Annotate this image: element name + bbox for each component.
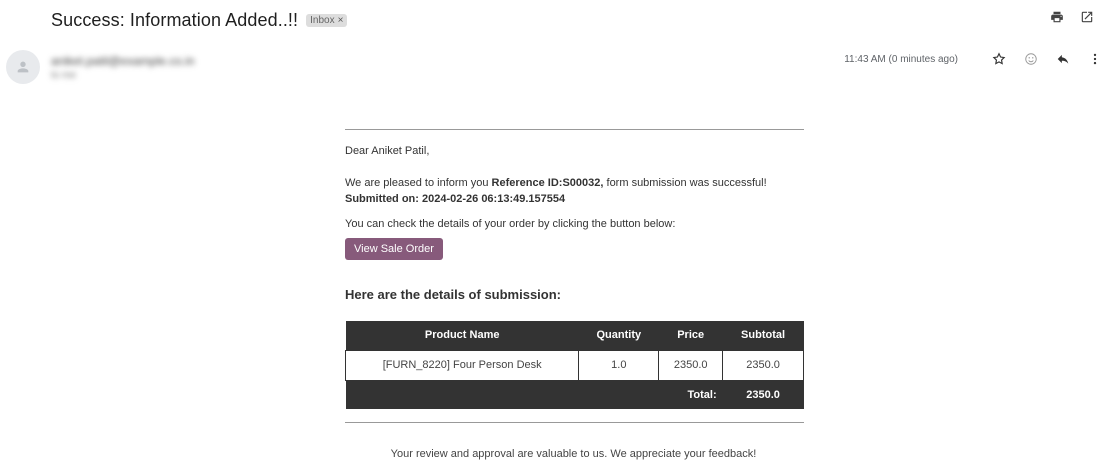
cell-price: 2350.0 <box>658 349 724 381</box>
sender-recipient[interactable]: to me <box>51 70 76 81</box>
view-sale-order-button[interactable]: View Sale Order <box>345 238 443 260</box>
col-header-quantity: Quantity <box>578 321 659 350</box>
reply-icon[interactable] <box>1056 52 1070 66</box>
table-total-row: Total: 2350.0 <box>345 380 804 409</box>
details-title: Here are the details of submission: <box>345 287 562 302</box>
print-icon[interactable] <box>1050 10 1064 24</box>
message-meta: 11:43 AM (0 minutes ago) <box>844 52 1102 66</box>
cell-subtotal: 2350.0 <box>722 349 804 381</box>
reference-id: Reference ID:S00032, <box>491 177 604 189</box>
greeting: Dear Aniket Patil, <box>345 145 430 157</box>
inbox-label-text: Inbox <box>310 14 335 26</box>
more-vert-icon[interactable] <box>1088 52 1102 66</box>
star-icon[interactable] <box>992 52 1006 66</box>
inbox-label-chip[interactable]: Inbox × <box>306 13 348 27</box>
total-label: Total: <box>345 380 723 409</box>
sender-name[interactable]: aniket.patil@example.co.in <box>51 54 195 68</box>
email-subject: Success: Information Added..!! <box>51 9 299 30</box>
submission-table: Product Name Quantity Price Subtotal [FU… <box>344 321 804 409</box>
col-header-product: Product Name <box>345 321 579 350</box>
para-text-1: We are pleased to inform you <box>345 177 492 189</box>
instruction-paragraph: You can check the details of your order … <box>345 218 676 230</box>
divider-top <box>345 129 804 130</box>
col-header-subtotal: Subtotal <box>722 321 804 350</box>
open-new-window-icon[interactable] <box>1080 10 1094 24</box>
table-header-row: Product Name Quantity Price Subtotal <box>345 321 804 350</box>
emoji-icon[interactable] <box>1024 52 1038 66</box>
para-text-2: form submission was successful! <box>603 177 767 189</box>
col-header-price: Price <box>658 321 723 350</box>
cell-product: [FURN_8220] Four Person Desk <box>344 349 580 381</box>
sender-row: aniket.patil@example.co.in to me 11:43 A… <box>6 50 1102 90</box>
remove-label-icon[interactable]: × <box>338 15 344 26</box>
email-body: Dear Aniket Patil, We are pleased to inf… <box>344 129 804 460</box>
divider-bottom <box>345 422 804 423</box>
avatar[interactable] <box>6 50 40 84</box>
person-icon <box>17 61 29 73</box>
confirmation-paragraph: We are pleased to inform you Reference I… <box>345 175 804 207</box>
cell-quantity: 1.0 <box>578 349 660 381</box>
top-actions <box>1050 10 1094 24</box>
footer-note: Your review and approval are valuable to… <box>390 448 757 460</box>
timestamp: 11:43 AM (0 minutes ago) <box>844 53 958 65</box>
subject-row: Success: Information Added..!! Inbox × <box>51 8 348 32</box>
submitted-on: Submitted on: 2024-02-26 06:13:49.157554 <box>345 193 566 205</box>
total-value: 2350.0 <box>722 380 804 409</box>
table-row: [FURN_8220] Four Person Desk 1.0 2350.0 … <box>344 349 804 381</box>
